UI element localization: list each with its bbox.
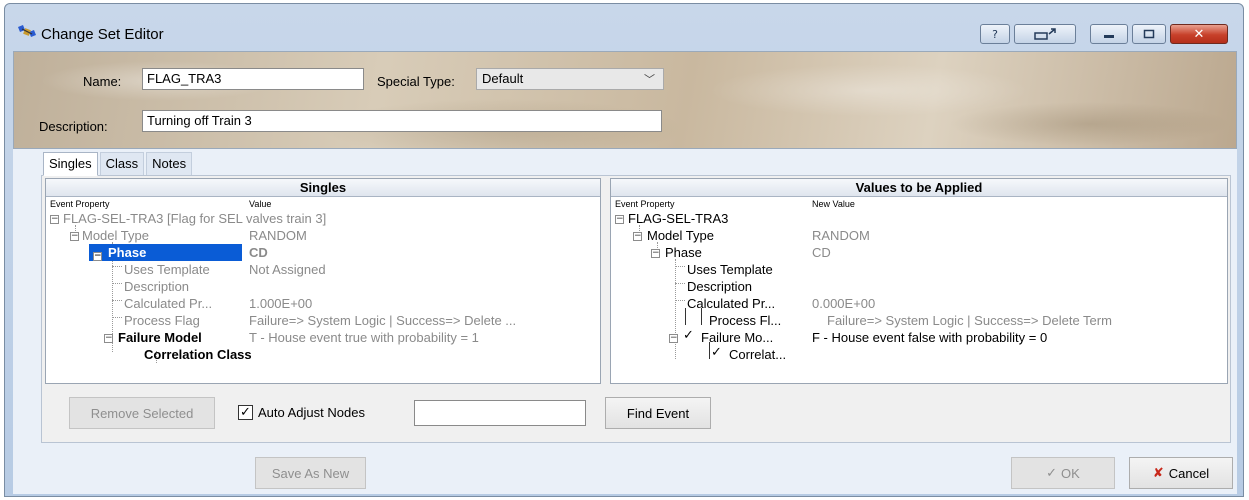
applied-row-calculated-prob[interactable]: Calculated Pr... bbox=[687, 295, 775, 312]
applied-value-failure-model: F - House event false with probability =… bbox=[812, 330, 1048, 345]
save-as-new-button[interactable]: Save As New bbox=[255, 457, 366, 489]
restore-icon[interactable] bbox=[1014, 24, 1076, 44]
special-type-label: Special Type: bbox=[377, 74, 455, 89]
tab-notes[interactable]: Notes bbox=[146, 152, 193, 176]
tab-strip: Singles Class Notes bbox=[43, 152, 194, 176]
applied-row-uses-template[interactable]: Uses Template bbox=[687, 261, 773, 278]
singles-row-correlation-class[interactable]: Correlation Class bbox=[144, 346, 252, 363]
singles-row-description[interactable]: Description bbox=[124, 278, 189, 295]
minimize-icon[interactable] bbox=[1090, 24, 1128, 44]
singles-value-phase: CD bbox=[249, 245, 268, 260]
window-title: Change Set Editor bbox=[41, 26, 164, 43]
chevron-down-icon: ﹀ bbox=[644, 74, 655, 86]
header-panel: Name: FLAG_TRA3 Special Type: Default ﹀ … bbox=[13, 51, 1237, 149]
help-icon[interactable]: ? bbox=[980, 24, 1010, 44]
values-grid-title: Values to be Applied bbox=[611, 179, 1227, 197]
check-icon: ✓ bbox=[1046, 465, 1058, 481]
maximize-icon[interactable] bbox=[1132, 24, 1166, 44]
singles-row-model-type[interactable]: Model Type bbox=[82, 227, 149, 244]
tree-connector bbox=[112, 317, 122, 318]
auto-adjust-checkbox[interactable]: ✓ bbox=[238, 405, 253, 420]
applied-value-process-flag: Failure=> System Logic | Success=> Delet… bbox=[827, 313, 1112, 328]
col-event-property: Event Property bbox=[50, 199, 110, 209]
special-type-select[interactable]: Default ﹀ bbox=[476, 68, 664, 90]
applied-value-model-type: RANDOM bbox=[812, 228, 870, 243]
tree-connector bbox=[112, 283, 122, 284]
collapse-icon[interactable]: − bbox=[651, 249, 660, 258]
tree-connector bbox=[685, 308, 686, 325]
tree-connector bbox=[675, 266, 685, 267]
cancel-button[interactable]: ✘ Cancel bbox=[1129, 457, 1233, 489]
tree-connector bbox=[112, 266, 122, 267]
ok-button[interactable]: ✓ OK bbox=[1011, 457, 1115, 489]
find-event-input[interactable] bbox=[414, 400, 586, 426]
values-to-apply-grid: Values to be Applied Event Property New … bbox=[610, 178, 1228, 384]
tree-connector bbox=[675, 283, 685, 284]
singles-grid: Singles Event Property Value − FLAG-SEL-… bbox=[45, 178, 601, 384]
tab-class[interactable]: Class bbox=[99, 152, 145, 176]
singles-tab-page: Singles Event Property Value − FLAG-SEL-… bbox=[41, 175, 1231, 443]
collapse-icon[interactable]: − bbox=[70, 232, 79, 241]
singles-value-failure-model: T - House event true with probability = … bbox=[249, 330, 479, 345]
description-field[interactable]: Turning off Train 3 bbox=[142, 110, 662, 132]
col-new-value: New Value bbox=[812, 199, 855, 209]
tab-singles[interactable]: Singles bbox=[43, 152, 98, 176]
check-icon[interactable]: ✓ bbox=[683, 328, 694, 343]
singles-row-event[interactable]: FLAG-SEL-TRA3 [Flag for SEL valves train… bbox=[63, 210, 326, 227]
singles-row-failure-model[interactable]: Failure Model bbox=[118, 329, 202, 346]
find-event-button[interactable]: Find Event bbox=[605, 397, 711, 429]
name-field[interactable]: FLAG_TRA3 bbox=[142, 68, 364, 90]
tree-connector bbox=[112, 300, 122, 301]
applied-value-calculated-prob: 0.000E+00 bbox=[812, 296, 876, 311]
tree-connector bbox=[675, 259, 676, 359]
title-bar: Change Set Editor ? ✕ bbox=[5, 4, 1243, 50]
applied-row-description[interactable]: Description bbox=[687, 278, 752, 295]
singles-value-model-type: RANDOM bbox=[249, 228, 307, 243]
collapse-icon[interactable]: − bbox=[669, 334, 678, 343]
singles-row-uses-template[interactable]: Uses Template bbox=[124, 261, 210, 278]
applied-row-event[interactable]: FLAG-SEL-TRA3 bbox=[628, 210, 728, 227]
collapse-icon[interactable]: − bbox=[50, 215, 59, 224]
applied-value-phase: CD bbox=[812, 245, 831, 260]
app-satellite-icon bbox=[18, 25, 36, 37]
cancel-x-icon: ✘ bbox=[1152, 465, 1164, 481]
applied-row-failure-model[interactable]: Failure Mo... bbox=[701, 329, 773, 346]
remove-selected-button[interactable]: Remove Selected bbox=[69, 397, 215, 429]
change-set-editor-window: Change Set Editor ? ✕ Name: FLAG_TRA3 Sp… bbox=[4, 3, 1244, 497]
collapse-icon[interactable]: − bbox=[93, 252, 102, 261]
collapse-icon[interactable]: − bbox=[633, 232, 642, 241]
singles-grid-title: Singles bbox=[46, 179, 600, 197]
name-label: Name: bbox=[83, 74, 122, 89]
body-panel: Singles Class Notes Singles Event Proper… bbox=[13, 149, 1237, 494]
description-label: Description: bbox=[39, 119, 108, 134]
singles-value-process-flag: Failure=> System Logic | Success=> Delet… bbox=[249, 313, 517, 328]
auto-adjust-label: Auto Adjust Nodes bbox=[258, 405, 365, 420]
applied-row-correlation-class[interactable]: Correlat... bbox=[729, 346, 786, 363]
applied-row-model-type[interactable]: Model Type bbox=[647, 227, 714, 244]
singles-row-process-flag[interactable]: Process Flag bbox=[124, 312, 200, 329]
singles-row-phase[interactable]: − Phase bbox=[89, 244, 242, 261]
check-icon[interactable]: ✓ bbox=[711, 345, 722, 360]
tree-connector bbox=[675, 300, 685, 301]
col-event-property: Event Property bbox=[615, 199, 675, 209]
collapse-icon[interactable]: − bbox=[615, 215, 624, 224]
applied-row-process-flag[interactable]: Process Fl... bbox=[709, 312, 781, 329]
singles-row-calculated-prob[interactable]: Calculated Pr... bbox=[124, 295, 212, 312]
close-icon[interactable]: ✕ bbox=[1170, 24, 1228, 44]
applied-row-phase[interactable]: Phase bbox=[665, 244, 702, 261]
collapse-icon[interactable]: − bbox=[104, 334, 113, 343]
singles-value-calculated-prob: 1.000E+00 bbox=[249, 296, 313, 311]
singles-value-uses-template: Not Assigned bbox=[249, 262, 326, 277]
col-value: Value bbox=[249, 199, 272, 209]
special-type-value: Default bbox=[482, 71, 524, 86]
